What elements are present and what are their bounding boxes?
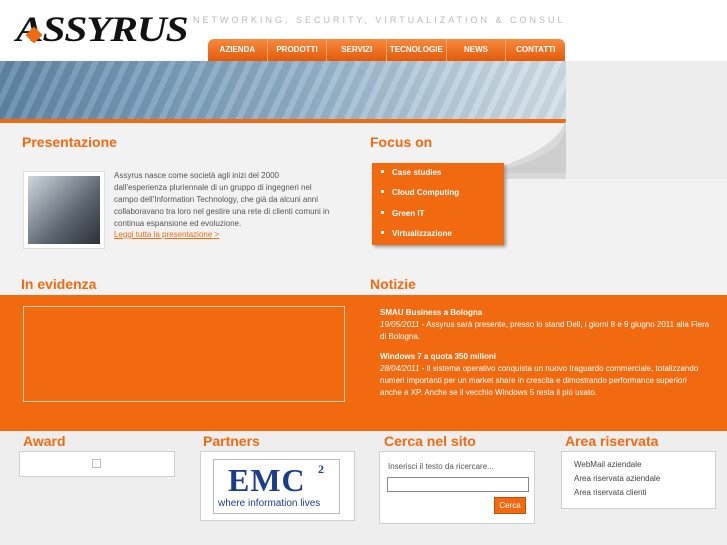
nav-tecnologie[interactable]: TECNOLOGIE: [387, 39, 447, 61]
webmail-link[interactable]: WebMail aziendale: [574, 460, 641, 469]
focus-menu: Case studies Cloud Computing Green IT Vi…: [372, 163, 504, 245]
tagline: NETWORKING, SECURITY, VIRTUALIZATION & C…: [193, 15, 565, 25]
presentazione-text: Assyrus nasce come società agli inizi de…: [114, 171, 330, 228]
nav-azienda[interactable]: AZIENDA: [208, 39, 268, 61]
search-input[interactable]: [387, 477, 529, 492]
evidenza-box: [23, 306, 345, 402]
notizie-title: Notizie: [370, 276, 416, 292]
nav-contatti[interactable]: CONTATTI: [506, 39, 565, 61]
partners-title: Partners: [203, 433, 260, 449]
news-item: 19/05/2011 - Assyrus sarà presente, pres…: [380, 319, 710, 343]
news-text: - Il sistema operativo conquista un nuov…: [380, 364, 699, 397]
nav-servizi[interactable]: SERVIZI: [327, 39, 388, 61]
news-date: 28/04/2011: [380, 364, 420, 373]
broken-image-icon: [92, 459, 101, 468]
focus-item-case-studies[interactable]: Case studies: [380, 168, 441, 177]
focus-item-green-it[interactable]: Green IT: [380, 209, 424, 218]
area-riservata-title: Area riservata: [565, 433, 659, 449]
nav-news[interactable]: NEWS: [447, 39, 507, 61]
search-button[interactable]: Cerca: [494, 497, 526, 514]
search-label: Inserisci il testo da ricercare...: [388, 462, 494, 471]
news-title[interactable]: SMAU Business a Bologna: [380, 307, 710, 319]
emc-wordmark: EMC: [228, 462, 306, 498]
award-title: Award: [23, 433, 66, 449]
focus-item-cloud-computing[interactable]: Cloud Computing: [380, 188, 459, 197]
news-item: 28/04/2011 - Il sistema operativo conqui…: [380, 363, 710, 399]
emc-logo[interactable]: EMC 2 where information lives: [213, 459, 340, 514]
focus-title: Focus on: [370, 134, 433, 150]
nav-prodotti[interactable]: PRODOTTI: [268, 39, 328, 61]
presentazione-image: [23, 171, 105, 249]
header-curve-decoration: [460, 61, 727, 179]
main-nav: AZIENDA PRODOTTI SERVIZI TECNOLOGIE NEWS…: [208, 39, 565, 61]
news-text: - Assyrus sarà presente, presso lo stand…: [380, 320, 710, 341]
presentazione-read-more-link[interactable]: Leggi tutta la presentazione >: [114, 230, 219, 239]
keyboard-photo: [28, 176, 100, 244]
emc-tagline: where information lives: [218, 498, 321, 509]
logo[interactable]: ASSYRUS: [16, 8, 189, 50]
area-aziendale-link[interactable]: Area riservata aziendale: [574, 474, 660, 483]
emc-superscript: 2: [318, 462, 324, 476]
presentazione-title: Presentazione: [22, 134, 117, 150]
evidenza-title: In evidenza: [21, 276, 97, 292]
news-date: 19/05/2011: [380, 320, 420, 329]
news-list: SMAU Business a Bologna 19/05/2011 - Ass…: [380, 307, 710, 407]
area-clienti-link[interactable]: Area riservata clienti: [574, 488, 646, 497]
focus-item-virtualizzazione[interactable]: Virtualizzazione: [381, 229, 452, 238]
search-title: Cerca nel sito: [384, 433, 476, 449]
news-title[interactable]: Windows 7 a quota 350 milioni: [380, 351, 710, 363]
